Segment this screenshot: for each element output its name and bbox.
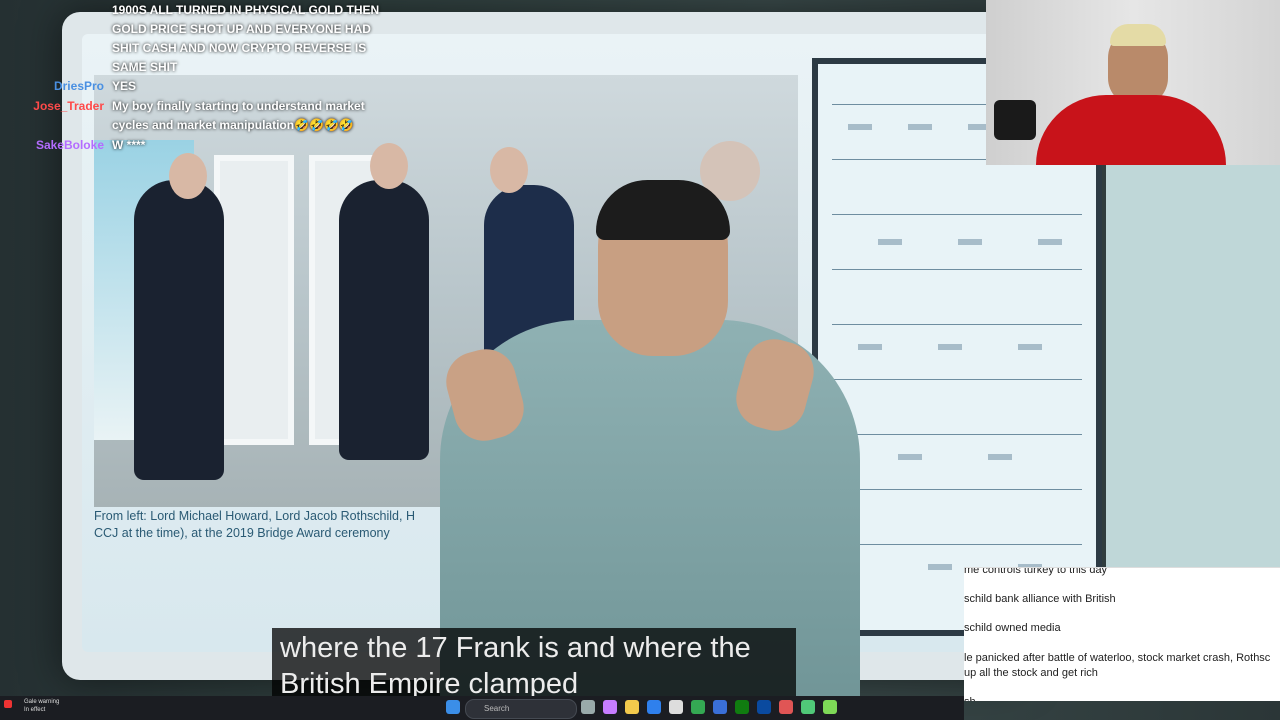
chat-message-text: YES [112, 79, 137, 93]
photo-caption-line2: CCJ at the time), at the 2019 Bridge Awa… [94, 526, 390, 540]
xbox-icon[interactable] [735, 700, 749, 714]
streamer-jacket [1036, 95, 1226, 165]
chat-message-text: My boy finally starting to understand ma… [112, 99, 365, 113]
person-3-head [490, 147, 528, 193]
chat-message-text: cycles and market manipulation🤣🤣🤣🤣 [112, 118, 354, 132]
file-explorer-icon[interactable] [625, 700, 639, 714]
photo-caption: From left: Lord Michael Howard, Lord Jac… [94, 508, 474, 542]
door-left [214, 155, 294, 445]
note-line: le panicked after battle of waterloo, st… [964, 652, 1271, 664]
note-line: schild bank alliance with British [964, 593, 1116, 605]
chat-message-text: SHIT CASH AND NOW CRYPTO REVERSE IS [112, 41, 367, 55]
photo-caption-line1: From left: Lord Michael Howard, Lord Jac… [94, 509, 415, 523]
edge-icon[interactable] [647, 700, 661, 714]
chat-username[interactable]: DriesPro [0, 77, 104, 96]
chat-message-text: SAME SHIT [112, 60, 178, 74]
person-1 [134, 180, 224, 480]
word-icon[interactable] [757, 700, 771, 714]
right-side-panel [1106, 165, 1280, 567]
app-icon-3[interactable] [823, 700, 837, 714]
chrome-icon[interactable] [691, 700, 705, 714]
chat-username[interactable]: Jose_Trader [0, 97, 104, 116]
start-icon[interactable] [446, 700, 460, 714]
note-line: schild owned media [964, 622, 1061, 634]
chat-message-text: 1900S ALL TURNED IN PHYSICAL GOLD THEN [112, 3, 380, 17]
chat-message-text: W **** [112, 138, 146, 152]
note-line: up all the stock and get rich [964, 667, 1098, 679]
chat-username[interactable]: SakeBoloke [0, 136, 104, 155]
person-2-head [370, 143, 408, 189]
taskbar-search[interactable]: Search [465, 699, 577, 719]
task-view-icon[interactable] [581, 700, 595, 714]
person-1-head [169, 153, 207, 199]
webcam-feed [986, 0, 1280, 165]
taskbar: Gale warning In effect Search [0, 696, 964, 720]
note-line: sh [964, 696, 976, 701]
note-line: me controls turkey to this day [964, 567, 1108, 576]
weather-warning-title: Gale warning [24, 699, 60, 705]
chat-message-text: GOLD PRICE SHOT UP AND EVERYONE HAD [112, 22, 371, 36]
weather-warning-sub: In effect [24, 707, 46, 713]
app-icon[interactable] [779, 700, 793, 714]
person-2 [339, 180, 429, 460]
search-placeholder: Search [484, 704, 510, 713]
weather-widget[interactable]: Gale warning In effect [8, 698, 59, 714]
store-icon[interactable] [669, 700, 683, 714]
visual-studio-icon[interactable] [713, 700, 727, 714]
notes-panel[interactable]: me controls turkey to this day schild ba… [964, 567, 1280, 701]
streamer-hair [1110, 24, 1166, 46]
copilot-icon[interactable] [603, 700, 617, 714]
app-icon-2[interactable] [801, 700, 815, 714]
chair [994, 100, 1036, 140]
subtitle-line1: where the 17 Frank is and where the [280, 632, 751, 664]
